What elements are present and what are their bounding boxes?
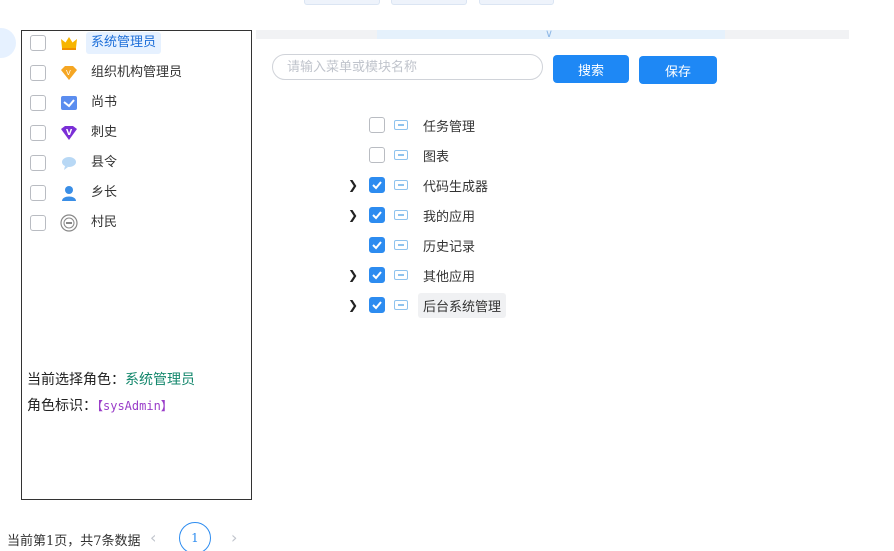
current-role-label: 当前选择角色： xyxy=(27,372,125,388)
role-checkbox[interactable] xyxy=(30,185,46,201)
current-role-info: 当前选择角色：系统管理员 xyxy=(27,369,195,389)
menu-label[interactable]: 图表 xyxy=(418,143,454,168)
menu-checkbox[interactable] xyxy=(369,177,385,193)
menu-label[interactable]: 代码生成器 xyxy=(418,173,493,198)
user-avatar-icon xyxy=(60,184,78,202)
role-label[interactable]: 系统管理员 xyxy=(86,32,162,54)
role-checkbox[interactable] xyxy=(30,65,46,81)
chevron-down-icon[interactable]: ∨ xyxy=(545,27,553,40)
menu-label[interactable]: 历史记录 xyxy=(418,233,480,258)
menu-label[interactable]: 后台系统管理 xyxy=(418,292,507,318)
checkmark-icon xyxy=(372,181,382,190)
menu-module-icon xyxy=(394,210,408,220)
top-tab-3[interactable] xyxy=(479,0,554,5)
chevron-right-icon[interactable]: ❯ xyxy=(345,178,361,192)
menu-checkbox[interactable] xyxy=(369,267,385,283)
role-label[interactable]: 组织机构管理员 xyxy=(86,62,187,84)
role-label[interactable]: 尚书 xyxy=(86,92,122,114)
chevron-right-icon[interactable]: ❯ xyxy=(345,208,361,222)
role-label[interactable]: 刺史 xyxy=(86,122,122,144)
role-label[interactable]: 村民 xyxy=(86,212,122,234)
checkmark-icon xyxy=(372,271,382,280)
role-item[interactable]: V 刺史 xyxy=(22,121,122,145)
role-item[interactable]: 尚书 xyxy=(22,91,122,115)
purple-v-gem-icon: V xyxy=(60,124,78,142)
menu-checkbox[interactable] xyxy=(369,237,385,253)
top-tab-1[interactable] xyxy=(304,0,380,5)
checkmark-icon xyxy=(372,301,382,310)
seal-badge-icon xyxy=(60,214,78,232)
role-code-info: 角色标识：【sysAdmin】 xyxy=(27,395,173,415)
svg-text:V: V xyxy=(66,128,73,137)
menu-module-icon xyxy=(394,150,408,160)
current-role-value: 系统管理员 xyxy=(125,372,195,388)
menu-label[interactable]: 其他应用 xyxy=(418,263,480,288)
search-button[interactable]: 搜索 xyxy=(553,55,629,83)
side-toggle-button[interactable] xyxy=(0,28,16,58)
menu-module-icon xyxy=(394,120,408,130)
checkmark-icon xyxy=(372,211,382,220)
role-checkbox[interactable] xyxy=(30,95,46,111)
svg-text:V: V xyxy=(66,69,71,77)
menu-checkbox[interactable] xyxy=(369,117,385,133)
save-button[interactable]: 保存 xyxy=(639,56,717,84)
chevron-right-icon[interactable]: ❯ xyxy=(345,298,361,312)
role-item[interactable]: V 组织机构管理员 xyxy=(22,61,187,85)
vip-diamond-icon: V xyxy=(60,64,78,82)
menu-tree-node[interactable]: ❯ 代码生成器 xyxy=(345,173,493,197)
menu-label[interactable]: 我的应用 xyxy=(418,203,480,228)
menu-label[interactable]: 任务管理 xyxy=(418,113,480,138)
role-item[interactable]: 系统管理员 xyxy=(22,31,162,55)
prev-page-icon[interactable]: ‹ xyxy=(150,528,156,547)
menu-tree-node[interactable]: 任务管理 xyxy=(345,113,480,137)
menu-module-icon xyxy=(394,270,408,280)
role-checkbox[interactable] xyxy=(30,125,46,141)
role-permission-page: 系统管理员 V 组织机构管理员 尚书 V 刺史 县令 乡长 村民 当前选择角色：… xyxy=(0,0,894,551)
chevron-right-icon[interactable]: ❯ xyxy=(345,268,361,282)
next-page-icon[interactable]: › xyxy=(231,528,237,547)
crown-icon xyxy=(60,34,78,52)
role-checkbox[interactable] xyxy=(30,35,46,51)
role-item[interactable]: 县令 xyxy=(22,151,122,175)
role-label[interactable]: 县令 xyxy=(86,152,122,174)
pagination-total: 当前第1页，共7条数据 xyxy=(7,534,141,549)
menu-tree-node[interactable]: 图表 xyxy=(345,143,454,167)
role-item[interactable]: 乡长 xyxy=(22,181,122,205)
menu-tree-node[interactable]: ❯ 我的应用 xyxy=(345,203,480,227)
menu-tree-node[interactable]: ❯ 后台系统管理 xyxy=(345,292,507,318)
role-checkbox[interactable] xyxy=(30,155,46,171)
role-list-panel: 系统管理员 V 组织机构管理员 尚书 V 刺史 县令 乡长 村民 当前选择角色：… xyxy=(21,30,252,500)
menu-module-icon xyxy=(394,240,408,250)
role-checkbox[interactable] xyxy=(30,215,46,231)
menu-checkbox[interactable] xyxy=(369,147,385,163)
menu-tree-node[interactable]: ❯ 其他应用 xyxy=(345,263,480,287)
menu-module-icon xyxy=(394,180,408,190)
page-number-button[interactable]: 1 xyxy=(179,522,211,551)
role-item[interactable]: 村民 xyxy=(22,211,122,235)
top-tab-2[interactable] xyxy=(391,0,467,5)
checkmark-icon xyxy=(372,241,382,250)
menu-checkbox[interactable] xyxy=(369,207,385,223)
menu-tree-node[interactable]: 历史记录 xyxy=(345,233,480,257)
menu-module-icon xyxy=(394,300,408,310)
check-envelope-icon xyxy=(60,94,78,112)
menu-search-input[interactable] xyxy=(272,54,543,80)
chat-bubble-icon xyxy=(60,154,78,172)
role-code-label: 角色标识： xyxy=(27,398,97,414)
role-code-value: 【sysAdmin】 xyxy=(97,399,173,413)
menu-checkbox[interactable] xyxy=(369,297,385,313)
role-label[interactable]: 乡长 xyxy=(86,182,122,204)
